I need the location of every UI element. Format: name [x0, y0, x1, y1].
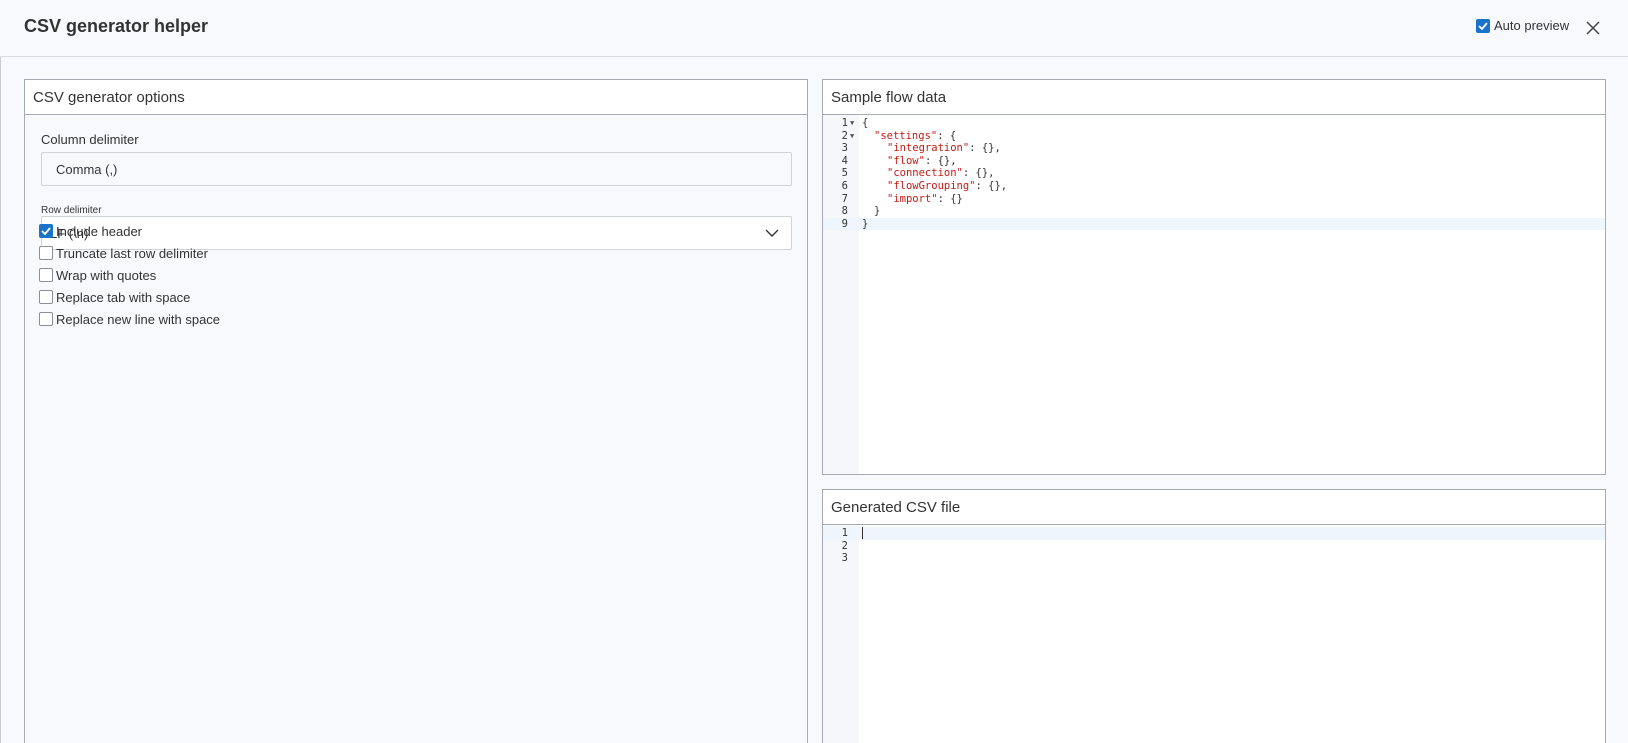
code-line: 5 "connection": {},	[823, 167, 1605, 180]
dialog-title: CSV generator helper	[24, 16, 209, 36]
json-rest: : {	[937, 129, 957, 142]
json-key: "flowGrouping"	[887, 180, 976, 192]
option-checkboxes: Include header Truncate last row delimit…	[39, 220, 220, 330]
json-key: "connection"	[887, 167, 963, 180]
generated-csv-panel: Generated CSV file 1 2 3	[822, 489, 1606, 743]
wrap-with-quotes-checkbox[interactable]	[39, 268, 53, 282]
code-line-active: 9 }	[823, 217, 1605, 231]
json-rest: : {},	[975, 180, 1008, 192]
column-delimiter-label: Column delimiter	[41, 132, 139, 147]
code-line-active: 1	[823, 527, 1605, 540]
dialog-header: CSV generator helper Auto preview	[0, 0, 1628, 57]
line-number: 6	[841, 180, 848, 192]
json-key: "flow"	[887, 154, 925, 167]
replace-tab-checkbox[interactable]	[39, 290, 53, 304]
line-number: 9	[841, 217, 848, 230]
fold-arrow-icon[interactable]: ▼	[850, 130, 854, 143]
wrap-with-quotes-label: Wrap with quotes	[56, 267, 157, 283]
code-line: 2 ▼ "settings": {	[823, 130, 1605, 143]
fold-arrow-icon[interactable]: ▼	[850, 117, 854, 130]
check-icon	[1478, 21, 1488, 30]
truncate-last-row-option[interactable]: Truncate last row delimiter	[39, 242, 220, 264]
code-line: 8 }	[823, 205, 1605, 218]
chevron-down-icon	[765, 229, 779, 237]
json-rest: : {},	[969, 142, 1001, 155]
replace-newline-option[interactable]: Replace new line with space	[39, 308, 220, 330]
line-number: 8	[841, 205, 848, 218]
replace-newline-label: Replace new line with space	[56, 311, 221, 327]
auto-preview-checkbox[interactable]	[1476, 18, 1490, 33]
include-header-option[interactable]: Include header	[39, 220, 220, 242]
truncate-last-row-label: Truncate last row delimiter	[56, 245, 208, 261]
auto-preview-toggle[interactable]: Auto preview	[1476, 18, 1569, 33]
left-edge	[0, 0, 1, 743]
generated-csv-title: Generated CSV file	[823, 490, 1605, 525]
wrap-with-quotes-option[interactable]: Wrap with quotes	[39, 264, 220, 286]
line-number: 7	[841, 192, 848, 205]
line-number: 3	[841, 142, 848, 155]
truncate-last-row-checkbox[interactable]	[39, 246, 53, 260]
column-delimiter-value: Comma (,)	[56, 161, 118, 177]
json-key: "import"	[887, 192, 938, 205]
line-number: 4	[841, 154, 848, 167]
include-header-checkbox[interactable]	[39, 224, 53, 238]
json-rest: : {},	[924, 154, 957, 167]
json-key: "settings"	[874, 129, 938, 142]
json-rest: : {},	[962, 167, 995, 180]
json-rest: : {}	[937, 192, 963, 205]
csv-options-title: CSV generator options	[25, 80, 807, 115]
check-icon	[41, 227, 51, 235]
line-number: 2	[841, 129, 848, 142]
sample-flow-title: Sample flow data	[823, 80, 1605, 115]
auto-preview-label: Auto preview	[1494, 18, 1570, 33]
code-line: 3	[823, 552, 1605, 565]
replace-tab-label: Replace tab with space	[56, 289, 191, 305]
csv-options-panel: CSV generator options Column delimiter C…	[24, 79, 808, 743]
include-header-label: Include header	[56, 223, 143, 239]
column-delimiter-field[interactable]: Comma (,)	[41, 152, 792, 186]
replace-tab-option[interactable]: Replace tab with space	[39, 286, 220, 308]
row-delimiter-label: Row delimiter	[41, 205, 102, 216]
code-text: }	[862, 217, 869, 230]
text-cursor	[862, 527, 863, 539]
sample-flow-editor[interactable]: 1 ▼ { 2 ▼ "settings": { 3 "integration":…	[823, 115, 1605, 474]
code-line: 1 ▼ {	[823, 117, 1605, 130]
line-number: 3	[841, 552, 848, 565]
line-number: 1	[841, 527, 848, 539]
code-line: 2	[823, 540, 1605, 553]
line-number: 2	[841, 539, 848, 552]
line-number: 1	[841, 117, 848, 129]
code-text: }	[874, 205, 881, 218]
code-line: 7 "import": {}	[823, 193, 1605, 206]
close-icon[interactable]	[1582, 17, 1604, 39]
code-line: 4 "flow": {},	[823, 155, 1605, 168]
generated-csv-editor[interactable]: 1 2 3	[823, 525, 1605, 743]
replace-newline-checkbox[interactable]	[39, 312, 53, 326]
json-key: "integration"	[887, 142, 970, 155]
line-number: 5	[841, 167, 848, 180]
sample-flow-panel: Sample flow data 1 ▼ { 2 ▼ "settings": {…	[822, 79, 1606, 475]
code-text: {	[862, 117, 869, 129]
code-line: 3 "integration": {},	[823, 142, 1605, 155]
code-line: 6 "flowGrouping": {},	[823, 180, 1605, 193]
